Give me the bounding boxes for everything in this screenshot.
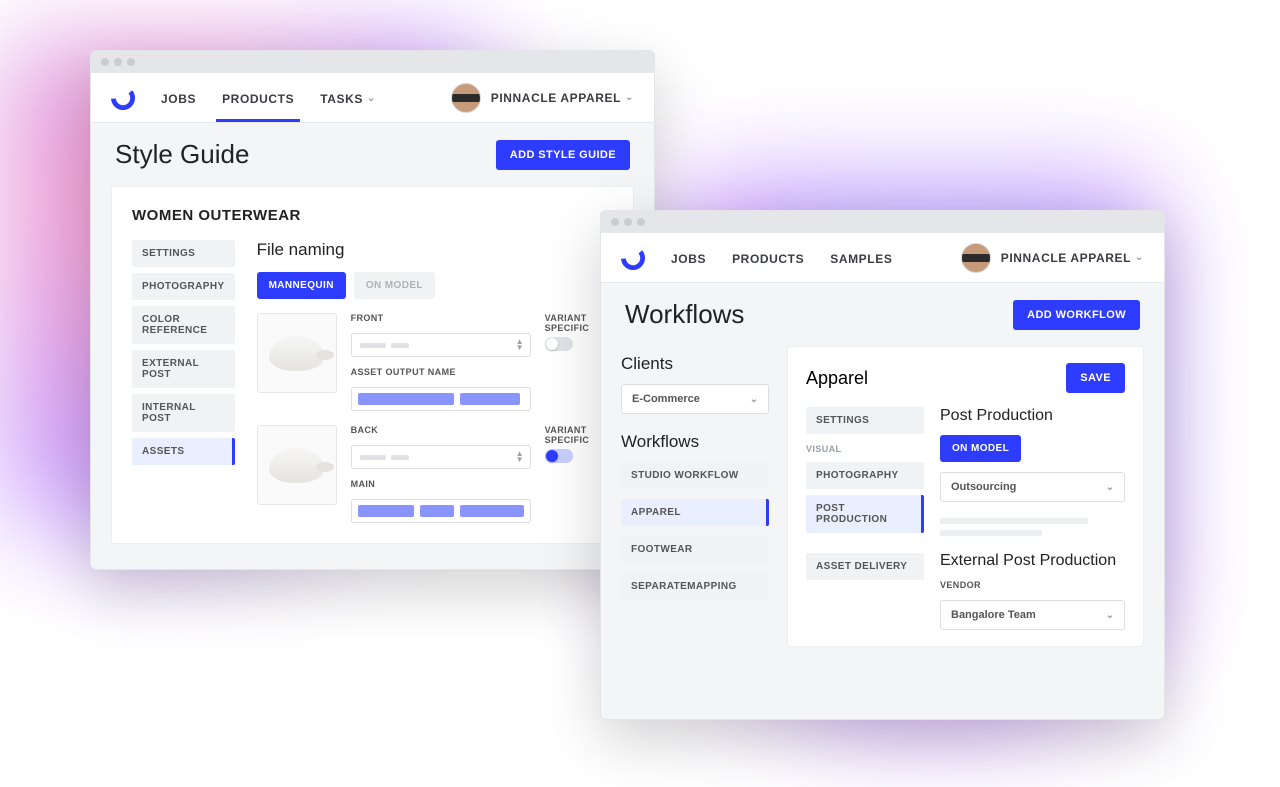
client-select[interactable]: E-Commerce⌄ xyxy=(621,384,769,414)
avatar xyxy=(451,83,481,113)
clients-heading: Clients xyxy=(621,354,769,374)
sidebar-item-settings[interactable]: SETTINGS xyxy=(806,407,924,434)
chevron-down-icon: ⌄ xyxy=(1135,252,1144,263)
sidebar-item-photography[interactable]: PHOTOGRAPHY xyxy=(132,273,235,300)
traffic-light-icon xyxy=(101,58,109,66)
variant-toggle[interactable] xyxy=(545,449,573,463)
sidebar-item-color-reference[interactable]: COLOR REFERENCE xyxy=(132,306,235,344)
field-label: VENDOR xyxy=(940,580,1125,590)
style-guide-card: WOMEN OUTERWEAR SETTINGS PHOTOGRAPHY COL… xyxy=(111,186,634,544)
chevron-down-icon: ⌄ xyxy=(1106,610,1114,621)
asset-row: BACK ▲▼ MAIN VARIANT SPECIFIC xyxy=(257,425,631,523)
vendor-select[interactable]: Bangalore Team⌄ xyxy=(940,600,1125,630)
workflow-item-footwear[interactable]: FOOTWEAR xyxy=(621,536,769,563)
sidebar-item-settings[interactable]: SETTINGS xyxy=(132,240,235,267)
workflow-sidebar: SETTINGS VISUAL PHOTOGRAPHY POST PRODUCT… xyxy=(806,407,924,630)
sidebar-item-assets[interactable]: ASSETS xyxy=(132,438,235,465)
field-label: BACK xyxy=(351,425,531,435)
workflow-item-studio[interactable]: STUDIO WORKFLOW xyxy=(621,462,769,489)
account-menu[interactable]: PINNACLE APPAREL⌄ xyxy=(451,83,634,113)
window-titlebar xyxy=(91,51,654,73)
section-title: External Post Production xyxy=(940,552,1125,570)
page-title: Workflows xyxy=(625,299,744,330)
traffic-light-icon xyxy=(611,218,619,226)
asset-row: FRONT ▲▼ ASSET OUTPUT NAME VARIANT SPECI… xyxy=(257,313,631,411)
group-label: VISUAL xyxy=(806,440,924,456)
field-label: FRONT xyxy=(351,313,531,323)
nav-jobs[interactable]: JOBS xyxy=(161,75,196,121)
asset-thumbnail[interactable] xyxy=(257,425,337,505)
account-menu[interactable]: PINNACLE APPAREL⌄ xyxy=(961,243,1144,273)
field-label: ASSET OUTPUT NAME xyxy=(351,367,531,377)
sidebar-item-photography[interactable]: PHOTOGRAPHY xyxy=(806,462,924,489)
nav-samples[interactable]: SAMPLES xyxy=(830,235,892,281)
traffic-light-icon xyxy=(114,58,122,66)
sidebar-item-asset-delivery[interactable]: ASSET DELIVERY xyxy=(806,553,924,580)
workflow-item-separatemapping[interactable]: SEPARATEMAPPING xyxy=(621,573,769,600)
workflows-heading: Workflows xyxy=(621,432,769,452)
section-title: File naming xyxy=(257,240,631,260)
avatar xyxy=(961,243,991,273)
workflow-main-card: Apparel SAVE SETTINGS VISUAL PHOTOGRAPHY… xyxy=(787,346,1144,647)
add-style-guide-button[interactable]: ADD STYLE GUIDE xyxy=(496,140,630,170)
on-model-button[interactable]: ON MODEL xyxy=(940,435,1021,462)
save-button[interactable]: SAVE xyxy=(1066,363,1125,393)
nav-products[interactable]: PRODUCTS xyxy=(732,235,804,281)
variant-toggle[interactable] xyxy=(545,337,573,351)
placeholder-lines xyxy=(940,512,1125,542)
style-guide-window: JOBS PRODUCTS TASKS⌄ PINNACLE APPAREL⌄ S… xyxy=(90,50,655,570)
workflow-title: Apparel xyxy=(806,368,868,389)
chevron-down-icon: ⌄ xyxy=(625,92,634,103)
sidebar-item-external-post[interactable]: EXTERNAL POST xyxy=(132,350,235,388)
nav-jobs[interactable]: JOBS xyxy=(671,235,706,281)
left-panel: Clients E-Commerce⌄ Workflows STUDIO WOR… xyxy=(621,346,769,647)
traffic-light-icon xyxy=(127,58,135,66)
pill-on-model[interactable]: ON MODEL xyxy=(354,272,435,299)
view-select[interactable]: ▲▼ xyxy=(351,445,531,469)
field-label: MAIN xyxy=(351,479,531,489)
card-title: WOMEN OUTERWEAR xyxy=(132,207,613,224)
top-nav: JOBS PRODUCTS SAMPLES PINNACLE APPAREL⌄ xyxy=(601,233,1164,283)
brand-logo-icon xyxy=(111,86,135,110)
traffic-light-icon xyxy=(624,218,632,226)
section-title: Post Production xyxy=(940,407,1125,425)
workflow-item-apparel[interactable]: APPAREL xyxy=(621,499,769,526)
sidebar-item-internal-post[interactable]: INTERNAL POST xyxy=(132,394,235,432)
asset-output-name-input[interactable] xyxy=(351,387,531,411)
add-workflow-button[interactable]: ADD WORKFLOW xyxy=(1013,300,1140,330)
traffic-light-icon xyxy=(637,218,645,226)
asset-output-name-input[interactable] xyxy=(351,499,531,523)
sidebar-item-post-production[interactable]: POST PRODUCTION xyxy=(806,495,924,533)
outsourcing-select[interactable]: Outsourcing⌄ xyxy=(940,472,1125,502)
view-select[interactable]: ▲▼ xyxy=(351,333,531,357)
pill-mannequin[interactable]: MANNEQUIN xyxy=(257,272,346,299)
asset-thumbnail[interactable] xyxy=(257,313,337,393)
top-nav: JOBS PRODUCTS TASKS⌄ PINNACLE APPAREL⌄ xyxy=(91,73,654,123)
card-sidebar: SETTINGS PHOTOGRAPHY COLOR REFERENCE EXT… xyxy=(132,240,235,523)
window-titlebar xyxy=(601,211,1164,233)
brand-logo-icon xyxy=(621,246,645,270)
chevron-down-icon: ⌄ xyxy=(1106,482,1114,493)
nav-products[interactable]: PRODUCTS xyxy=(222,75,294,121)
nav-tasks[interactable]: TASKS⌄ xyxy=(320,75,376,121)
chevron-down-icon: ⌄ xyxy=(367,93,376,104)
chevron-down-icon: ⌄ xyxy=(750,394,758,405)
workflows-window: JOBS PRODUCTS SAMPLES PINNACLE APPAREL⌄ … xyxy=(600,210,1165,720)
page-title: Style Guide xyxy=(115,139,249,170)
